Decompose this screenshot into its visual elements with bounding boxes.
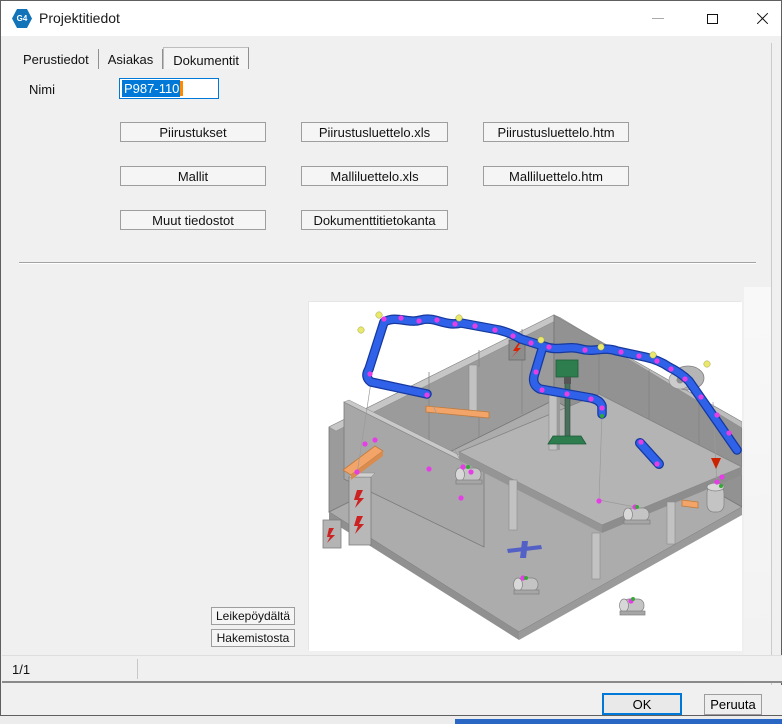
minimize-button[interactable] [635, 1, 681, 36]
malliluettelo-xls-button[interactable]: Malliluettelo.xls [301, 166, 448, 186]
leikepoydalta-button[interactable]: Leikepöydältä [211, 607, 295, 625]
ok-button[interactable]: OK [602, 693, 682, 715]
tab-dokumentit[interactable]: Dokumentit [163, 47, 249, 69]
footer-panel: OK Peruuta [2, 685, 782, 715]
screen: G4 Projektitiedot Perustiedot Asiakas Do… [0, 0, 782, 724]
app-icon: G4 [12, 9, 32, 28]
muut-tiedostot-button[interactable]: Muut tiedostot [120, 210, 266, 230]
tab-strip: Perustiedot Asiakas Dokumentit [14, 49, 249, 69]
nimi-label: Nimi [29, 82, 55, 97]
projektitiedot-dialog: G4 Projektitiedot Perustiedot Asiakas Do… [0, 0, 782, 716]
minimize-icon [652, 18, 664, 19]
tab-asiakas[interactable]: Asiakas [99, 49, 164, 69]
content-right-edge [771, 43, 772, 714]
text-caret [180, 81, 183, 96]
window-title: Projektitiedot [39, 10, 120, 26]
hakemistosta-button[interactable]: Hakemistosta [211, 629, 295, 647]
model-preview-svg [309, 302, 742, 651]
maximize-icon [707, 14, 718, 24]
mallit-button[interactable]: Mallit [120, 166, 266, 186]
status-bar: 1/1 [2, 655, 782, 683]
piirustukset-button[interactable]: Piirustukset [120, 122, 266, 142]
page-indicator: 1/1 [12, 662, 30, 677]
piirustusluettelo-xls-button[interactable]: Piirustusluettelo.xls [301, 122, 448, 142]
nimi-input[interactable]: P987-110 [119, 78, 219, 99]
piirustusluettelo-htm-button[interactable]: Piirustusluettelo.htm [483, 122, 629, 142]
malliluettelo-htm-button[interactable]: Malliluettelo.htm [483, 166, 629, 186]
maximize-button[interactable] [689, 1, 735, 36]
peruuta-button[interactable]: Peruuta [704, 694, 762, 715]
dokumenttitietokanta-button[interactable]: Dokumenttitietokanta [301, 210, 448, 230]
status-separator [137, 659, 138, 679]
background-accent-bar [455, 719, 782, 724]
tab-perustiedot[interactable]: Perustiedot [14, 49, 99, 69]
model-preview-image [308, 301, 741, 650]
horizontal-divider [19, 262, 756, 264]
nimi-selected-text: P987-110 [122, 80, 180, 97]
close-icon [756, 12, 769, 25]
close-button[interactable] [739, 1, 782, 36]
background-strip [0, 716, 782, 724]
ghost-overlay-band [744, 287, 771, 689]
titlebar[interactable]: G4 Projektitiedot [1, 1, 781, 36]
